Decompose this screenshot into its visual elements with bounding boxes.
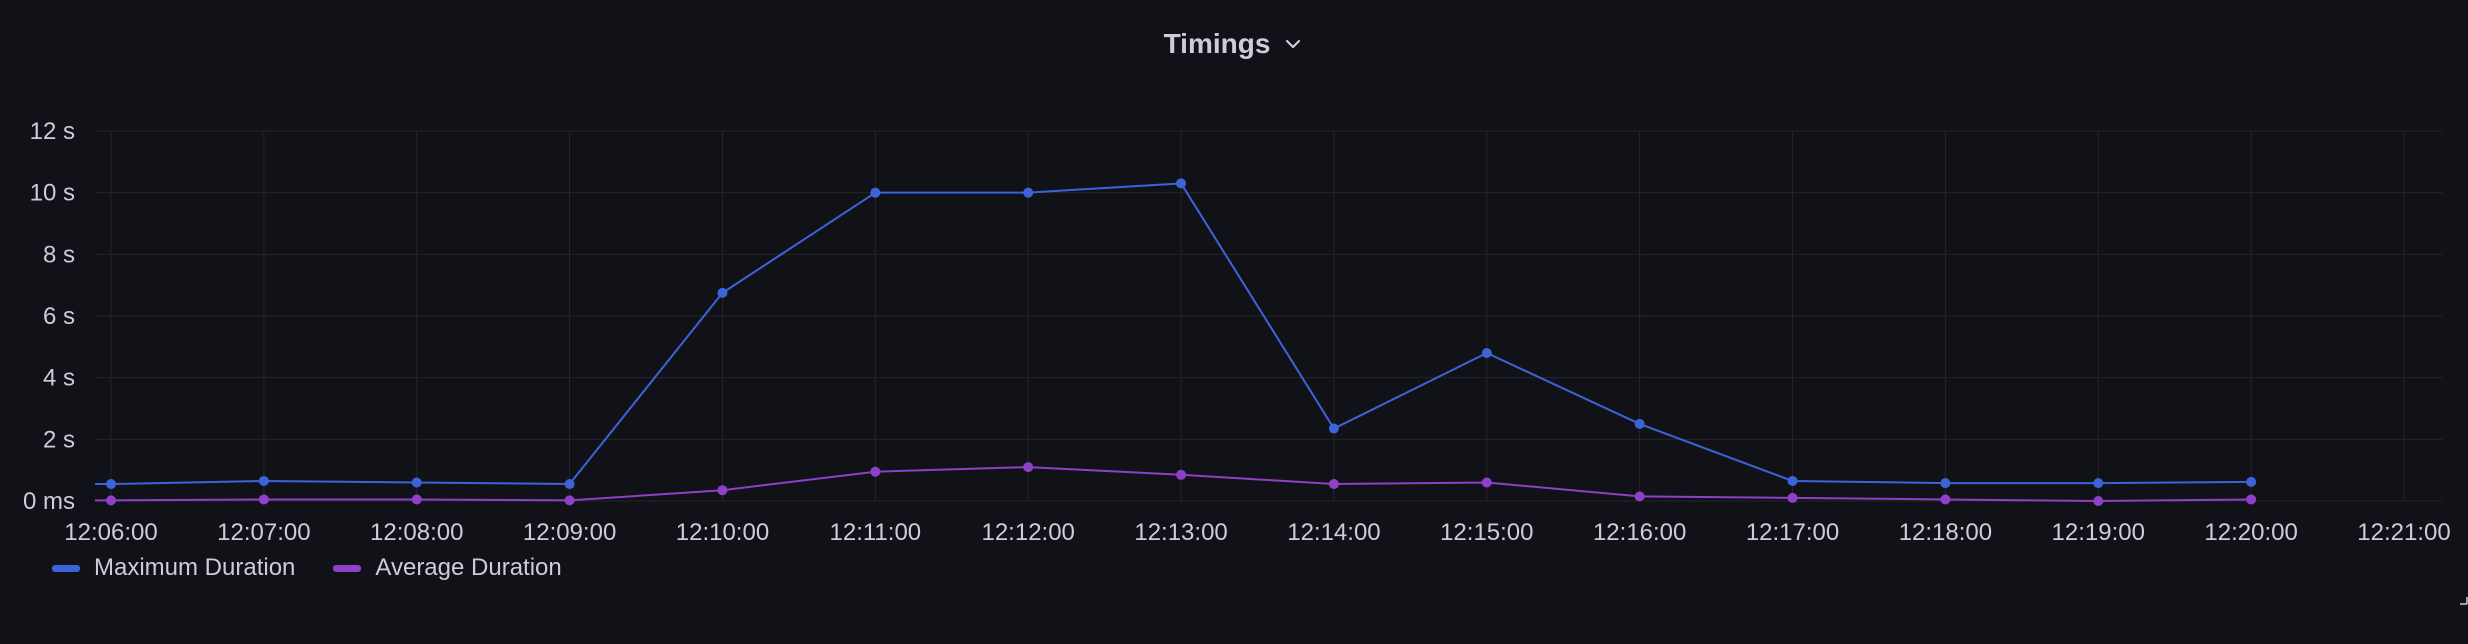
x-tick-label: 12:13:00: [1134, 519, 1227, 540]
data-point-average-duration: [2246, 494, 2257, 505]
x-tick-label: 12:18:00: [1899, 519, 1992, 540]
data-point-maximum-duration: [106, 479, 116, 490]
data-point-maximum-duration: [2093, 478, 2104, 489]
legend-swatch-maximum-duration: [52, 564, 80, 572]
data-point-average-duration: [258, 494, 269, 505]
legend-label: Maximum Duration: [94, 554, 296, 581]
data-point-average-duration: [1481, 477, 1492, 488]
grid-lines: [95, 130, 2442, 502]
y-tick-label: 6 s: [43, 303, 75, 330]
data-point-average-duration: [2093, 496, 2104, 506]
x-tick-label: 12:09:00: [523, 519, 616, 540]
y-tick-label: 4 s: [43, 365, 75, 392]
x-tick-label: 12:19:00: [2052, 519, 2145, 540]
x-tick-label: 12:20:00: [2204, 519, 2297, 540]
data-point-maximum-duration: [1940, 478, 1951, 489]
x-tick-label: 12:15:00: [1440, 519, 1533, 540]
data-point-average-duration: [106, 495, 116, 506]
y-tick-label: 0 ms: [23, 488, 75, 515]
data-point-average-duration: [564, 495, 575, 506]
data-point-maximum-duration: [1481, 348, 1492, 358]
data-point-average-duration: [1328, 479, 1339, 490]
x-tick-label: 12:08:00: [370, 519, 463, 540]
series-layer: [95, 178, 2257, 506]
data-point-average-duration: [1023, 462, 1034, 473]
data-point-maximum-duration: [870, 187, 881, 198]
x-tick-label: 12:07:00: [217, 519, 310, 540]
x-tick-label: 12:17:00: [1746, 519, 1839, 540]
y-tick-label: 8 s: [43, 241, 75, 268]
x-tick-label: 12:12:00: [981, 519, 1074, 540]
x-tick-label: 12:11:00: [830, 519, 922, 540]
y-tick-label: 12 s: [30, 118, 75, 145]
data-point-average-duration: [1787, 492, 1798, 503]
data-point-maximum-duration: [564, 479, 575, 490]
data-point-average-duration: [870, 466, 881, 477]
data-point-average-duration: [1176, 469, 1187, 480]
x-tick-label: 12:06:00: [64, 519, 157, 540]
resize-handle-icon[interactable]: [2458, 592, 2468, 605]
data-point-average-duration: [411, 494, 422, 505]
data-point-maximum-duration: [1787, 475, 1798, 486]
data-point-average-duration: [1940, 494, 1951, 505]
data-point-maximum-duration: [1176, 178, 1187, 189]
y-tick-label: 2 s: [43, 426, 75, 453]
legend-label: Average Duration: [375, 554, 562, 581]
data-point-maximum-duration: [1023, 187, 1034, 198]
data-point-maximum-duration: [1634, 418, 1645, 429]
data-point-maximum-duration: [2246, 476, 2257, 487]
x-tick-label: 12:10:00: [676, 519, 769, 540]
data-point-maximum-duration: [717, 287, 728, 298]
legend: Maximum Duration Average Duration: [52, 554, 562, 582]
legend-item-maximum-duration[interactable]: Maximum Duration: [52, 554, 295, 582]
legend-item-average-duration[interactable]: Average Duration: [333, 554, 562, 582]
x-axis: 12:06:00 12:07:00 12:08:00 12:09:00 12:10:00…: [64, 519, 2450, 540]
x-tick-label: 12:14:00: [1287, 519, 1380, 540]
y-axis: 0 ms 2 s 4 s 6 s 8 s 10 s 12 s: [23, 118, 75, 515]
x-tick-label: 12:21:00: [2357, 519, 2450, 540]
timings-chart[interactable]: 0 ms 2 s 4 s 6 s 8 s 10 s 12 s 12:06:00 12:07:0…: [0, 0, 2468, 540]
y-tick-label: 10 s: [30, 180, 75, 207]
data-point-maximum-duration: [258, 475, 269, 486]
data-point-average-duration: [1634, 491, 1645, 502]
legend-swatch-average-duration: [333, 564, 362, 572]
data-point-maximum-duration: [1328, 423, 1339, 434]
data-point-average-duration: [717, 485, 728, 496]
x-tick-label: 12:16:00: [1593, 519, 1686, 540]
data-point-maximum-duration: [411, 477, 422, 488]
